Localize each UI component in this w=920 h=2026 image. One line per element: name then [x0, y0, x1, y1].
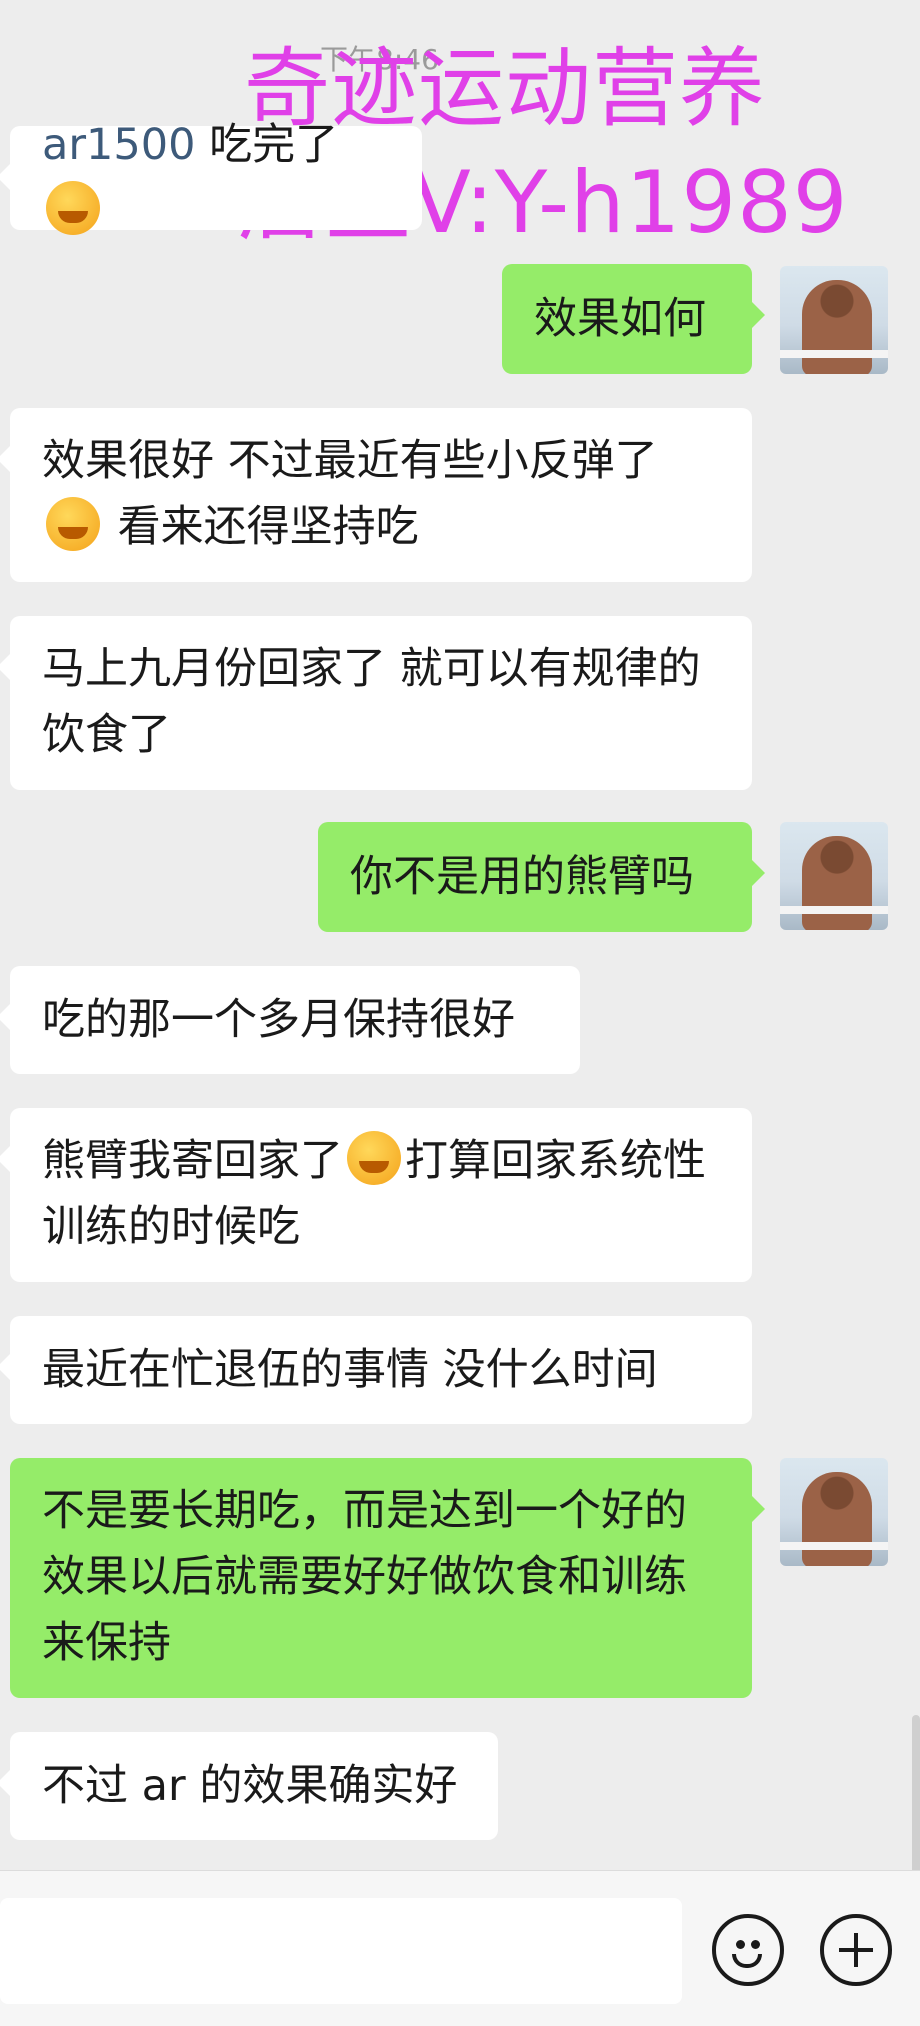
crying-laughing-emoji-icon — [347, 1131, 401, 1185]
message-text: 马上九月份回家了 就可以有规律的饮食了 — [42, 644, 701, 760]
message-text: 效果很好 不过最近有些小反弹了 看来还得坚持吃 — [42, 436, 658, 552]
message-bubble-incoming[interactable]: 最近在忙退伍的事情 没什么时间 — [0, 1316, 752, 1424]
scrollbar[interactable] — [912, 1715, 920, 1885]
avatar[interactable] — [780, 266, 888, 374]
emoji-eye — [736, 1940, 745, 1949]
message-bubble-incoming[interactable]: 效果很好 不过最近有些小反弹了 看来还得坚持吃 — [0, 408, 752, 582]
message-bubble-incoming[interactable]: 马上九月份回家了 就可以有规律的饮食了 — [0, 616, 752, 790]
message-input[interactable] — [0, 1898, 682, 2004]
message-text: 你不是用的熊臂吗 — [350, 852, 694, 902]
message-bubble-outgoing[interactable]: 不是要长期吃，而是达到一个好的效果以后就需要好好做饮食和训练来保持 — [10, 1458, 765, 1698]
message-text: 最近在忙退伍的事情 没什么时间 — [42, 1345, 658, 1395]
message-bubble-outgoing[interactable]: 你不是用的熊臂吗 — [318, 822, 765, 932]
smiling-face-emoji-icon — [46, 181, 100, 235]
emoji-icon[interactable] — [712, 1914, 784, 1986]
message-bubble-outgoing[interactable]: 效果如何 — [502, 264, 765, 374]
message-bubble-incoming[interactable]: 熊臂我寄回家了 打算回家系统性训练的时候吃 — [0, 1108, 752, 1282]
message-text: 不是要长期吃，而是达到一个好的效果以后就需要好好做饮食和训练来保持 — [42, 1486, 687, 1668]
emoji-mouth — [732, 1954, 762, 1968]
message-text: 熊臂我寄回家了 打算回家系统性训练的时候吃 — [42, 1128, 720, 1260]
message-bubble-incoming[interactable]: 不过 ar 的效果确实好 — [0, 1732, 498, 1840]
plus-icon[interactable] — [820, 1914, 892, 1986]
avatar[interactable] — [780, 1458, 888, 1566]
message-bubble-incoming[interactable]: ar1500 吃完了 — [0, 120, 422, 235]
emoji-eye — [751, 1940, 760, 1949]
message-bubble-incoming[interactable]: 吃的那一个多月保持很好 — [0, 966, 580, 1074]
avatar[interactable] — [780, 822, 888, 930]
message-text: 效果如何 — [534, 294, 706, 344]
message-text: 不过 ar 的效果确实好 — [42, 1761, 458, 1811]
message-text: ar1500 吃完了 — [42, 112, 390, 244]
crying-laughing-emoji-icon — [46, 497, 100, 551]
message-text: 吃的那一个多月保持很好 — [42, 995, 515, 1045]
